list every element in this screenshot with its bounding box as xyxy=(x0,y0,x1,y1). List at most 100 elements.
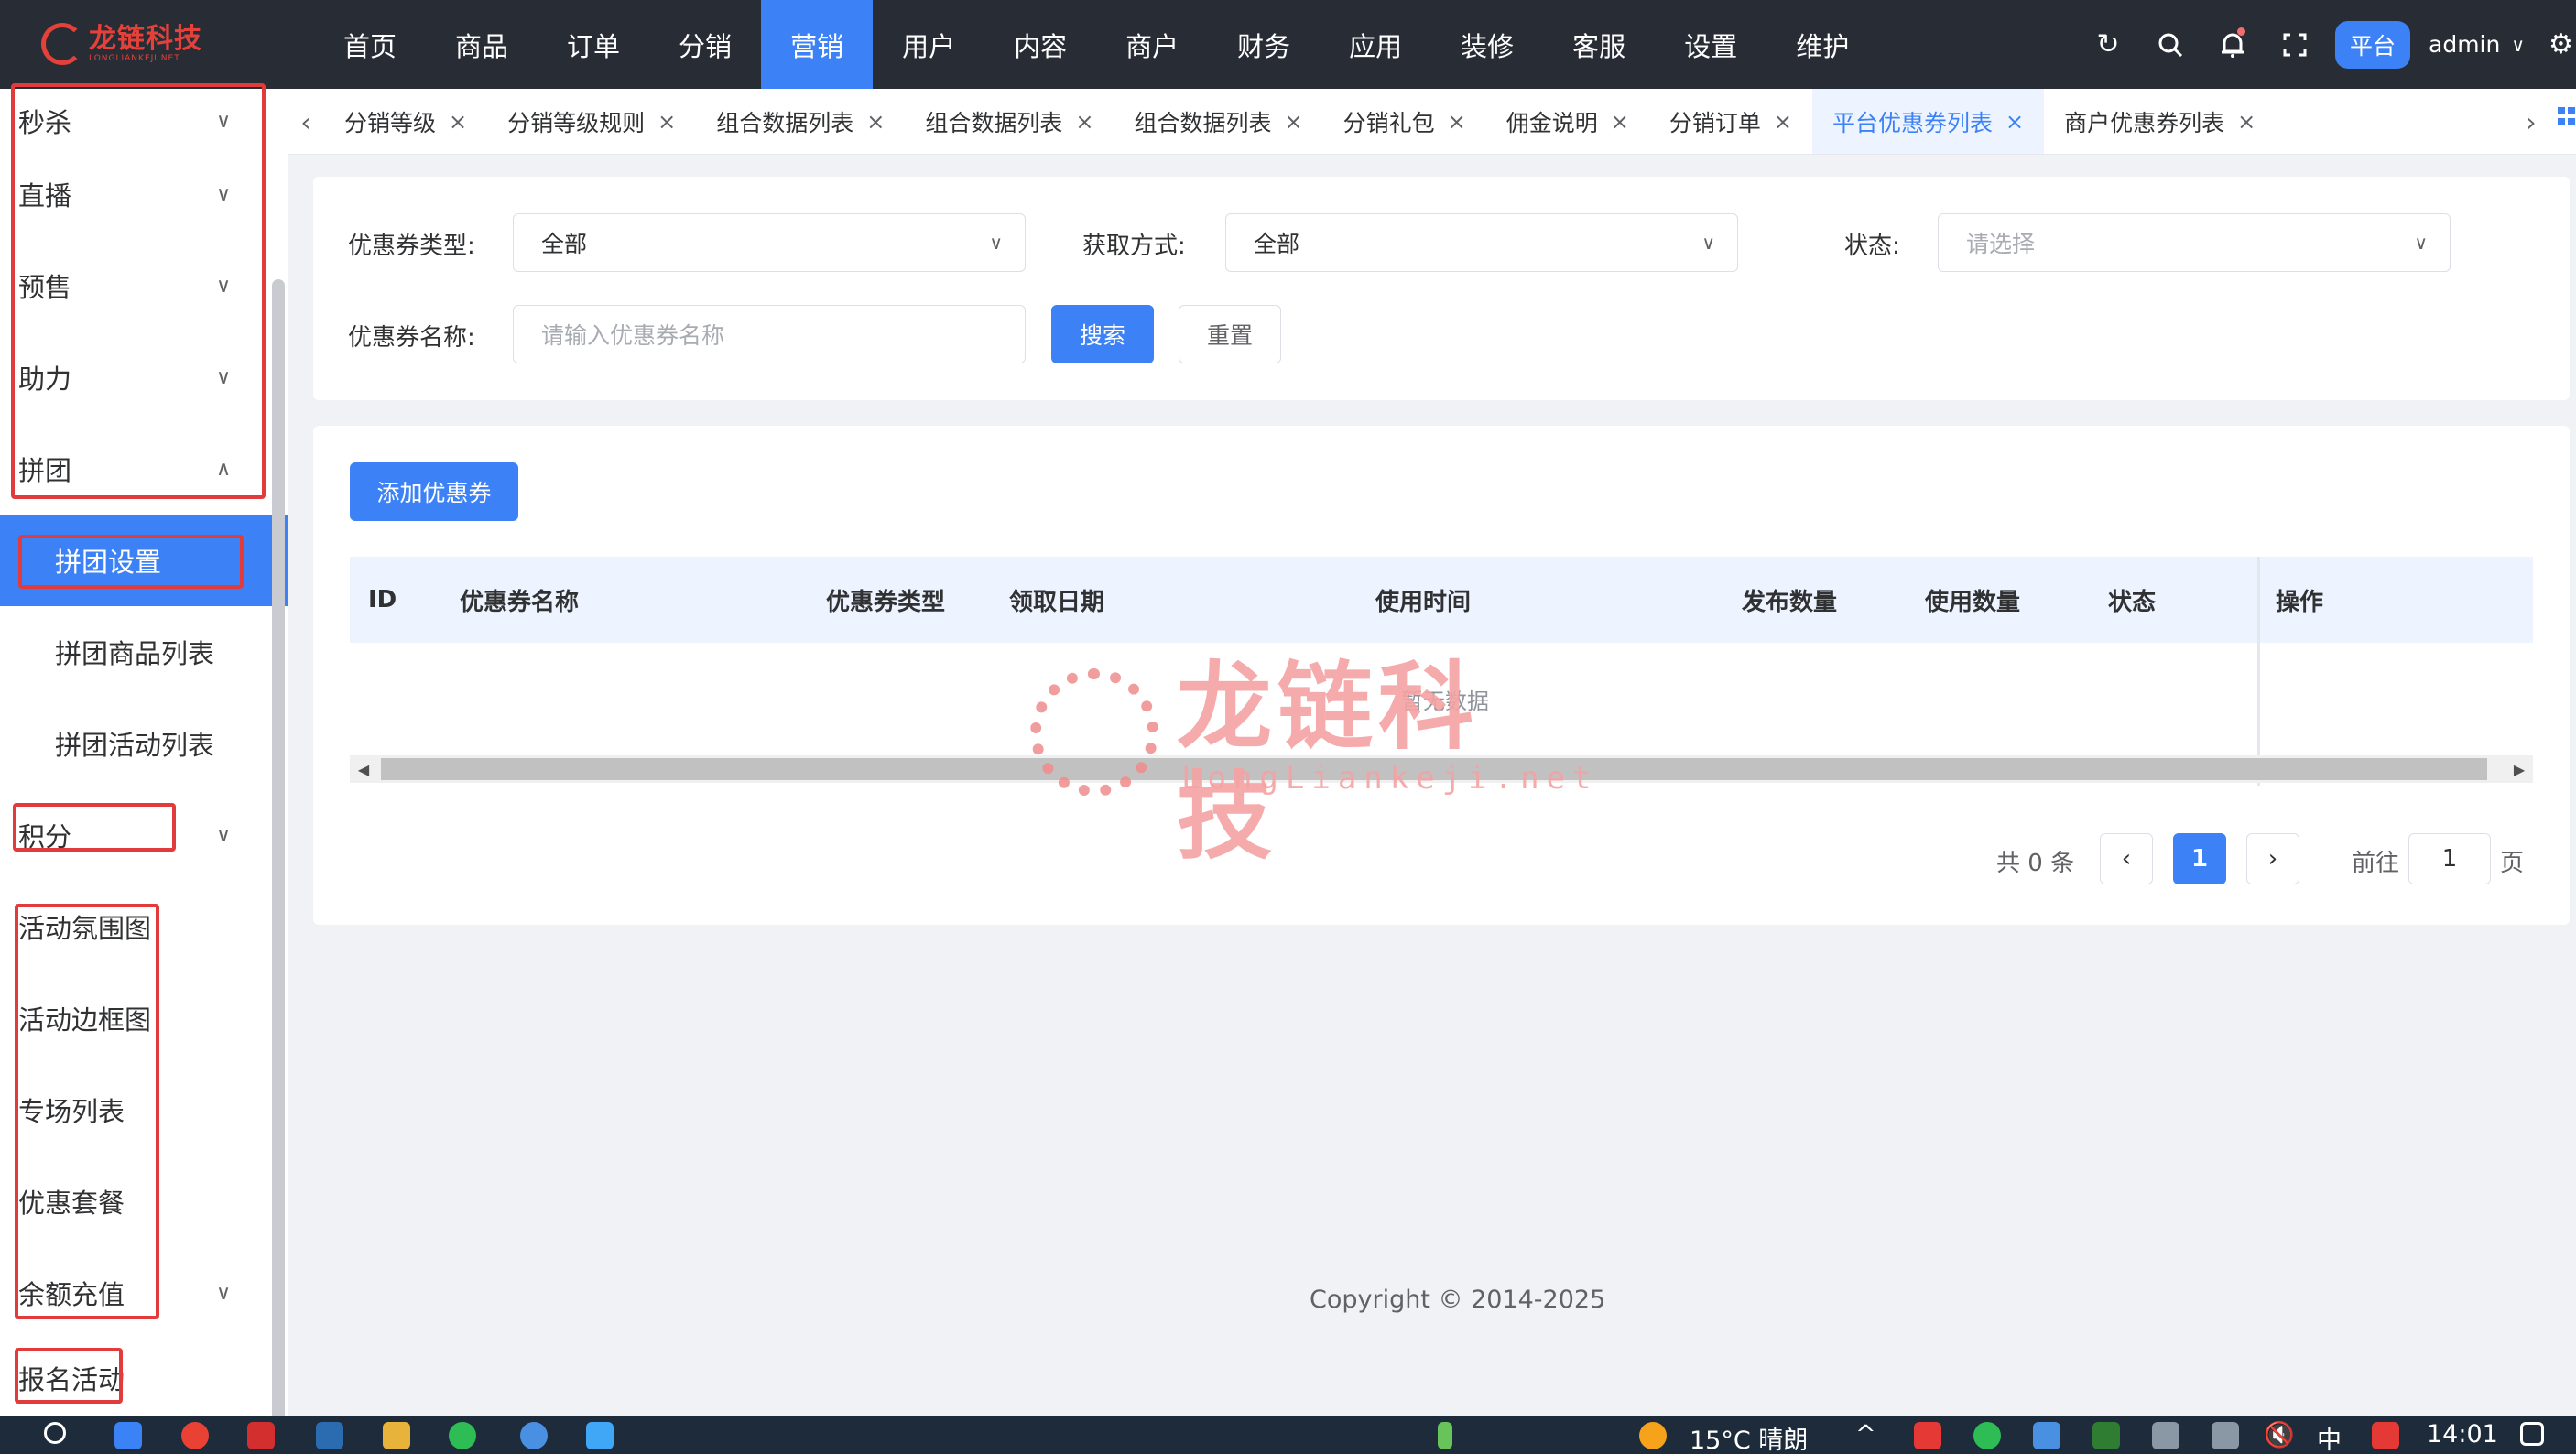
nav-merchants[interactable]: 商户 xyxy=(1096,0,1208,89)
nav-orders[interactable]: 订单 xyxy=(538,0,649,89)
nav-finance[interactable]: 财务 xyxy=(1208,0,1320,89)
column-header-id: ID xyxy=(368,586,397,613)
search-icon[interactable] xyxy=(44,1422,66,1444)
highlight-box xyxy=(11,83,266,499)
close-icon[interactable]: × xyxy=(2237,109,2255,135)
gear-icon[interactable]: ⚙ xyxy=(2549,28,2576,60)
nav-products[interactable]: 商品 xyxy=(426,0,538,89)
sidebar-item-group-buy-activities[interactable]: 拼团活动列表 xyxy=(0,698,272,789)
chevron-right-icon[interactable]: › xyxy=(2513,89,2549,154)
close-icon[interactable]: × xyxy=(1285,109,1303,135)
nav-service[interactable]: 客服 xyxy=(1543,0,1655,89)
fullscreen-icon[interactable] xyxy=(2264,0,2326,89)
close-icon[interactable]: × xyxy=(1448,109,1466,135)
tray-app-icon[interactable] xyxy=(2033,1422,2060,1449)
bell-icon[interactable] xyxy=(2201,0,2264,89)
platform-badge[interactable]: 平台 xyxy=(2335,20,2411,69)
add-coupon-button[interactable]: 添加优惠券 xyxy=(350,462,518,521)
nav-distribution[interactable]: 分销 xyxy=(649,0,761,89)
nav-apps[interactable]: 应用 xyxy=(1320,0,1431,89)
close-icon[interactable]: × xyxy=(866,109,885,135)
nav-marketing[interactable]: 营销 xyxy=(761,0,874,89)
coupon-name-input[interactable]: 请输入优惠券名称 xyxy=(513,305,1026,364)
notification-center-icon[interactable] xyxy=(2520,1422,2544,1446)
next-page-button[interactable]: › xyxy=(2246,833,2299,884)
tab-combo-data-3[interactable]: 组合数据列表 × xyxy=(1114,89,1323,154)
close-icon[interactable]: × xyxy=(1611,109,1629,135)
close-icon[interactable]: × xyxy=(1774,109,1792,135)
refresh-icon[interactable]: ↻ xyxy=(2077,0,2139,89)
get-method-select[interactable]: 全部 ∨ xyxy=(1225,213,1738,272)
chrome-icon[interactable] xyxy=(181,1422,209,1449)
pagination-total: 共 0 条 xyxy=(1996,850,2075,877)
app-icon[interactable] xyxy=(586,1422,614,1449)
nav-content[interactable]: 内容 xyxy=(984,0,1096,89)
nav-home[interactable]: 首页 xyxy=(314,0,426,89)
tab-label: 分销礼包 xyxy=(1342,110,1435,136)
close-icon[interactable]: × xyxy=(658,109,676,135)
tab-platform-coupons[interactable]: 平台优惠券列表 × xyxy=(1812,89,2045,154)
chevron-down-icon: ∨ xyxy=(1701,232,1715,254)
clock[interactable]: 14:01 xyxy=(2427,1420,2498,1449)
highlight-box xyxy=(13,803,176,852)
top-navbar: 龙链科技 LONGLIANKEJI.NET 首页 商品 订单 分销 营销 用户 … xyxy=(0,0,2576,89)
page-number-button[interactable]: 1 xyxy=(2173,833,2226,884)
sidebar-item-group-buy-products[interactable]: 拼团商品列表 xyxy=(0,606,272,698)
reset-button[interactable]: 重置 xyxy=(1179,305,1281,364)
goto-page-input[interactable]: 1 xyxy=(2408,833,2491,884)
volume-muted-icon[interactable]: 🔇 xyxy=(2264,1420,2295,1449)
close-icon[interactable]: × xyxy=(1075,109,1093,135)
app-icon[interactable] xyxy=(316,1422,343,1449)
search-button[interactable]: 搜索 xyxy=(1051,305,1154,364)
folder-icon[interactable] xyxy=(383,1422,410,1449)
nav-settings[interactable]: 设置 xyxy=(1655,0,1766,89)
tab-distribution-orders[interactable]: 分销订单 × xyxy=(1649,89,1812,154)
wifi-icon[interactable] xyxy=(2212,1422,2239,1449)
wechat-tray-icon[interactable] xyxy=(1973,1422,2001,1449)
close-icon[interactable]: × xyxy=(449,109,467,135)
coupon-type-select[interactable]: 全部 ∨ xyxy=(513,213,1026,272)
tab-commission-info[interactable]: 佣金说明 × xyxy=(1486,89,1649,154)
chevron-left-icon[interactable]: ‹ xyxy=(288,89,324,154)
sidebar-scrollbar[interactable] xyxy=(272,279,285,1454)
tray-app-icon[interactable] xyxy=(1914,1422,1941,1449)
scroll-right-icon[interactable]: ▶ xyxy=(2505,755,2533,783)
tab-combo-data-2[interactable]: 组合数据列表 × xyxy=(905,89,1114,154)
browser-icon[interactable] xyxy=(520,1422,548,1449)
prev-page-button[interactable]: ‹ xyxy=(2100,833,2153,884)
logo-subtitle: LONGLIANKEJI.NET xyxy=(89,54,180,63)
nav-users[interactable]: 用户 xyxy=(873,0,984,89)
column-header-coupon-name: 优惠券名称 xyxy=(460,588,580,616)
drive-icon[interactable] xyxy=(2092,1422,2120,1449)
fixed-actions-column xyxy=(2257,557,2533,786)
sogou-icon[interactable] xyxy=(2372,1422,2399,1449)
select-value: 全部 xyxy=(541,231,588,257)
nav-maintenance[interactable]: 维护 xyxy=(1766,0,1878,89)
watermark: 龙链科技 LongLiankeji.net xyxy=(1030,652,1592,872)
watermark-subtitle: LongLiankeji.net xyxy=(1181,760,1599,797)
close-icon[interactable]: × xyxy=(2005,109,2024,135)
get-method-label: 获取方式: xyxy=(1082,233,1186,260)
table-header: ID 优惠券名称 优惠券类型 领取日期 使用时间 发布数量 使用数量 状态 操作 xyxy=(350,557,2533,643)
filter-card: 优惠券类型: 全部 ∨ 获取方式: 全部 ∨ 状态: 请选择 ∨ 优惠券名称: … xyxy=(313,177,2570,400)
wechat-icon[interactable] xyxy=(449,1422,476,1449)
logo-title: 龙链科技 xyxy=(89,23,202,55)
status-select[interactable]: 请选择 ∨ xyxy=(1938,213,2451,272)
tab-distribution-level-rules[interactable]: 分销等级规则 × xyxy=(487,89,696,154)
chevron-up-icon[interactable]: ^ xyxy=(1855,1420,1876,1449)
brand-logo[interactable]: 龙链科技 LONGLIANKEJI.NET xyxy=(41,16,224,71)
tab-distribution-level[interactable]: 分销等级 × xyxy=(324,89,487,154)
tab-combo-data-1[interactable]: 组合数据列表 × xyxy=(696,89,905,154)
tab-merchant-coupons[interactable]: 商户优惠券列表 × xyxy=(2044,89,2276,154)
grid-menu-icon[interactable] xyxy=(2558,107,2576,125)
user-menu[interactable]: admin ∨ xyxy=(2429,31,2525,58)
scroll-left-icon[interactable]: ◀ xyxy=(350,755,377,783)
wps-icon[interactable] xyxy=(247,1422,275,1449)
ime-indicator[interactable]: 中 xyxy=(2317,1420,2342,1454)
search-icon[interactable] xyxy=(2139,0,2201,89)
tab-distribution-gift[interactable]: 分销礼包 × xyxy=(1323,89,1486,154)
app-icon[interactable] xyxy=(114,1422,142,1449)
tab-label: 分销订单 xyxy=(1668,110,1761,136)
network-icon[interactable] xyxy=(2152,1422,2179,1449)
nav-decoration[interactable]: 装修 xyxy=(1431,0,1543,89)
